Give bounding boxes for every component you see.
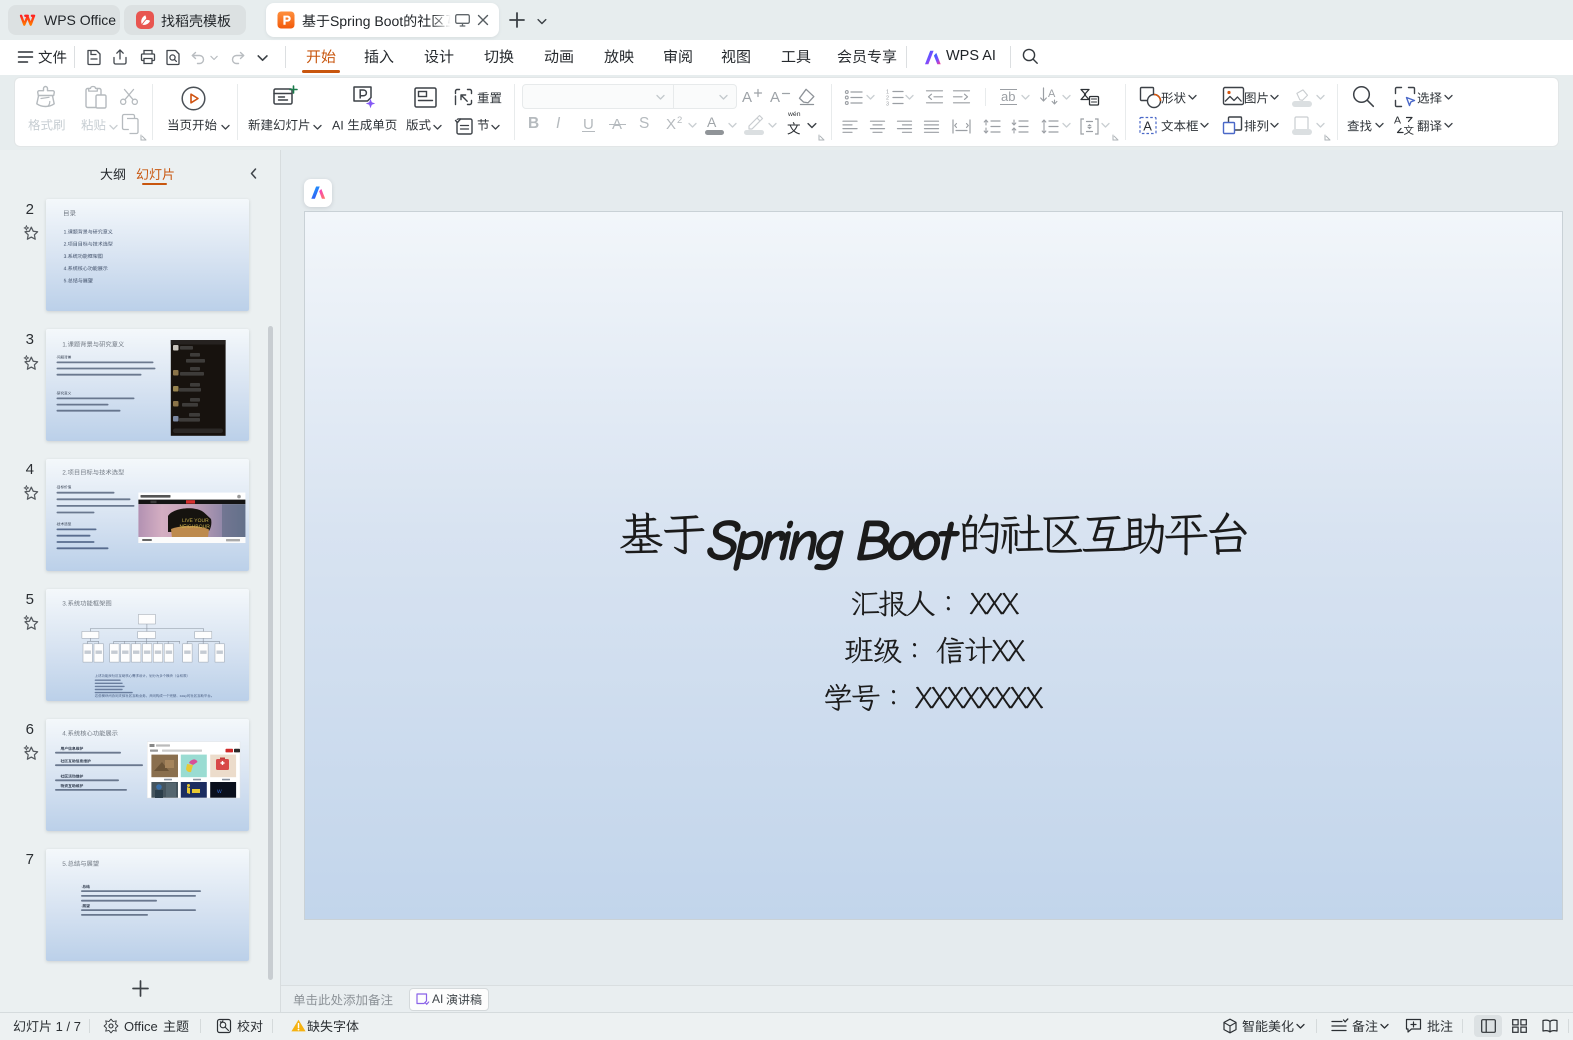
svg-text:A: A [1394,115,1401,127]
svg-text:A: A [1048,88,1056,100]
svg-text:A: A [1143,119,1152,134]
svg-text:3: 3 [886,102,889,108]
